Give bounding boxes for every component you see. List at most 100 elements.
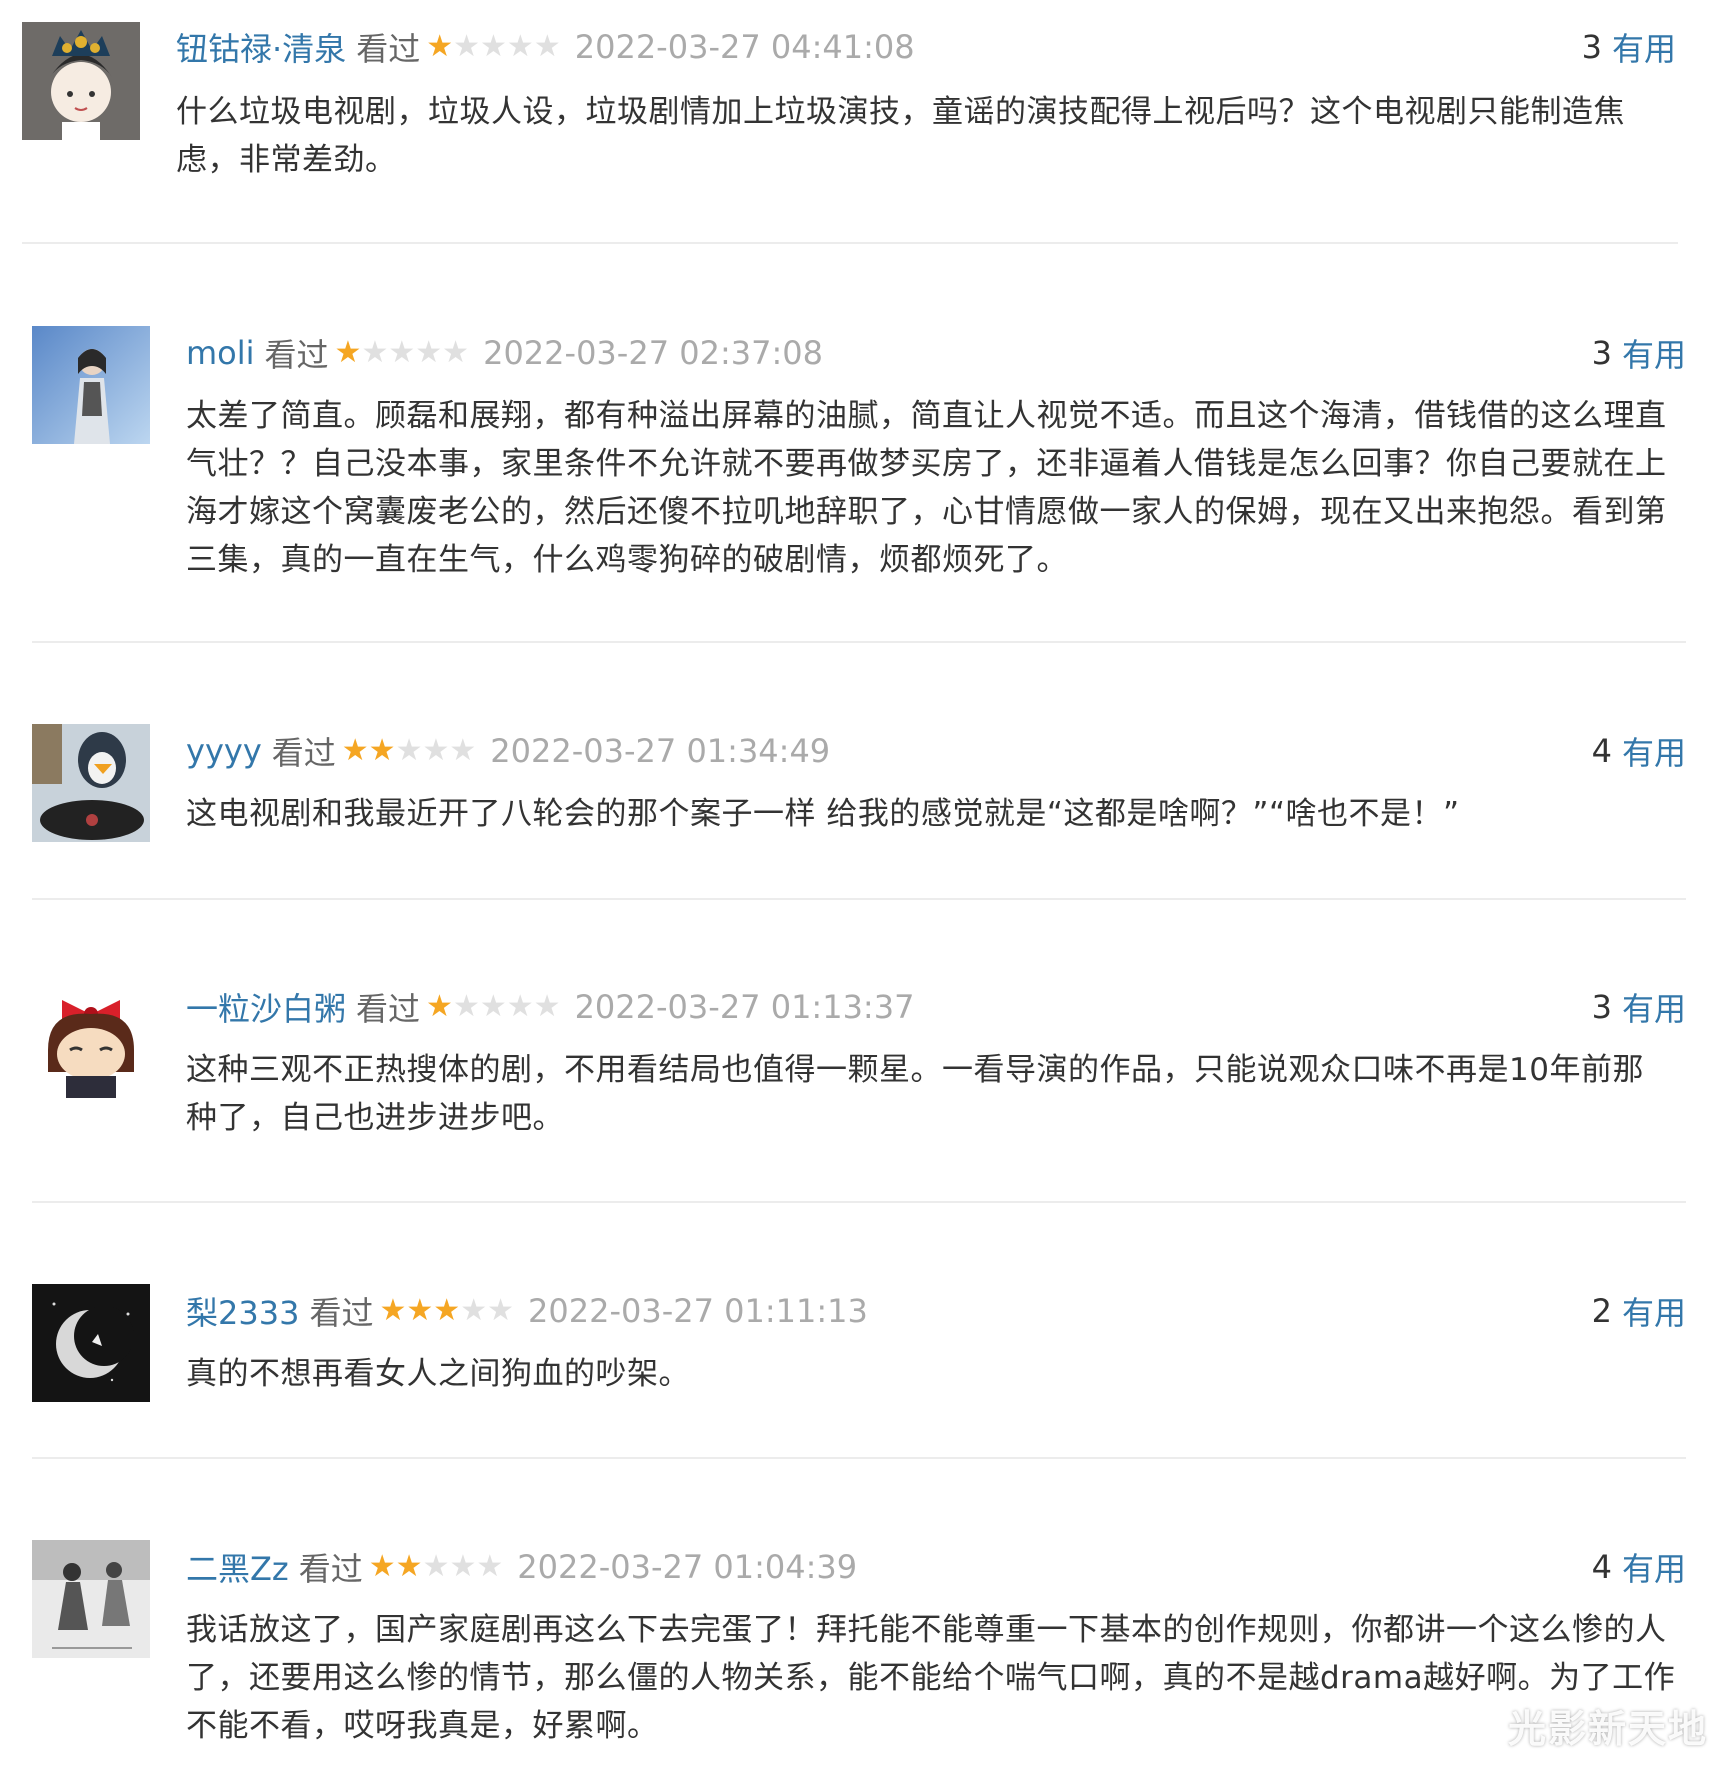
star-empty-icon: ★	[506, 29, 534, 64]
rating-stars: ★ ★ ★ ★ ★	[379, 1296, 514, 1326]
avatar-image	[22, 22, 140, 140]
divider	[32, 898, 1686, 900]
star-filled-icon: ★	[426, 29, 454, 64]
rating-stars: ★ ★ ★ ★ ★	[426, 32, 561, 62]
review-content: 真的不想再看女人之间狗血的吵架。	[186, 1356, 690, 1392]
vote-count: 3	[1591, 988, 1612, 1026]
star-filled-icon: ★	[406, 1293, 434, 1328]
star-filled-icon: ★	[334, 335, 362, 370]
avatar-image	[32, 980, 150, 1098]
divider	[32, 1201, 1686, 1203]
star-empty-icon: ★	[480, 29, 507, 64]
star-empty-icon: ★	[395, 733, 423, 768]
avatar[interactable]	[32, 980, 150, 1098]
review-meta: 一粒沙白粥 看过 ★ ★ ★ ★ ★ 2022-03-27 01:13:37	[186, 982, 914, 1032]
username-link[interactable]: 一粒沙白粥	[186, 984, 346, 1030]
vote-count: 3	[1581, 28, 1602, 66]
star-empty-icon: ★	[361, 335, 389, 370]
review-time: 2022-03-27 01:13:37	[574, 988, 915, 1026]
useful-votes: 3 有用	[1582, 22, 1676, 72]
useful-votes: 2 有用	[1592, 1286, 1686, 1336]
rating-stars: ★ ★ ★ ★ ★	[426, 992, 561, 1022]
watch-status: 看过	[264, 336, 329, 374]
divider	[32, 641, 1686, 643]
useful-button[interactable]: 有用	[1622, 330, 1686, 376]
avatar-image	[32, 1284, 150, 1402]
divider	[32, 1457, 1686, 1459]
divider	[22, 242, 1678, 244]
review-time: 2022-03-27 01:34:49	[490, 732, 831, 770]
review-meta: moli 看过 ★ ★ ★ ★ ★ 2022-03-27 02:37:08	[186, 328, 823, 378]
rating-stars: ★ ★ ★ ★ ★	[369, 1552, 504, 1582]
username-link[interactable]: 二黑Zz	[186, 1544, 289, 1590]
username-link[interactable]: 梨2333	[186, 1288, 299, 1334]
useful-votes: 4 有用	[1592, 1542, 1686, 1592]
star-empty-icon: ★	[487, 1293, 514, 1328]
avatar-image	[32, 326, 150, 444]
vote-count: 4	[1591, 732, 1612, 770]
star-empty-icon: ★	[442, 335, 470, 370]
star-filled-icon: ★	[433, 1293, 461, 1328]
star-empty-icon: ★	[449, 733, 477, 768]
review-meta: yyyy 看过 ★ ★ ★ ★ ★ 2022-03-27 01:34:49	[186, 726, 830, 776]
useful-button[interactable]: 有用	[1622, 1288, 1686, 1334]
useful-button[interactable]: 有用	[1622, 1544, 1686, 1590]
review-meta: 钮钴禄·清泉 看过 ★ ★ ★ ★ ★ 2022-03-27 04:41:08	[176, 22, 915, 72]
review-time: 2022-03-27 01:11:13	[528, 1292, 868, 1330]
star-filled-icon: ★	[426, 989, 453, 1024]
watch-status: 看过	[271, 734, 336, 772]
review-meta: 梨2333 看过 ★ ★ ★ ★ ★ 2022-03-27 01:11:13	[186, 1286, 868, 1336]
username-link[interactable]: yyyy	[186, 732, 262, 770]
review-content: 太差了简直。顾磊和展翔，都有种溢出屏幕的油腻，简直让人视觉不适。而且这个海清，借…	[186, 398, 1667, 578]
useful-button[interactable]: 有用	[1622, 728, 1686, 774]
useful-votes: 3 有用	[1592, 328, 1686, 378]
avatar[interactable]	[32, 724, 150, 842]
watch-status: 看过	[356, 990, 421, 1028]
useful-votes: 4 有用	[1592, 726, 1686, 776]
review-content: 什么垃圾电视剧，垃圾人设，垃圾剧情加上垃圾演技，童谣的演技配得上视后吗？这个电视…	[176, 94, 1625, 178]
vote-count: 2	[1591, 1292, 1612, 1330]
star-filled-icon: ★	[368, 1549, 396, 1584]
review-meta: 二黑Zz 看过 ★ ★ ★ ★ ★ 2022-03-27 01:04:39	[186, 1542, 857, 1592]
star-empty-icon: ★	[476, 1549, 504, 1584]
review-time: 2022-03-27 01:04:39	[517, 1548, 858, 1586]
vote-count: 4	[1591, 1548, 1612, 1586]
username-link[interactable]: moli	[186, 334, 255, 372]
watermark: 光影新天地	[1507, 1707, 1708, 1751]
star-filled-icon: ★	[395, 1549, 423, 1584]
avatar[interactable]	[32, 326, 150, 444]
star-empty-icon: ★	[422, 733, 450, 768]
watch-status: 看过	[309, 1294, 374, 1332]
star-empty-icon: ★	[415, 335, 443, 370]
star-empty-icon: ★	[422, 1549, 450, 1584]
star-filled-icon: ★	[368, 733, 396, 768]
avatar-image	[32, 724, 150, 842]
watch-status: 看过	[356, 30, 421, 68]
review-time: 2022-03-27 04:41:08	[574, 28, 915, 66]
useful-votes: 3 有用	[1592, 982, 1686, 1032]
star-empty-icon: ★	[452, 989, 480, 1024]
star-empty-icon: ★	[453, 29, 481, 64]
star-empty-icon: ★	[449, 1549, 477, 1584]
rating-stars: ★ ★ ★ ★ ★	[342, 736, 477, 766]
avatar[interactable]	[32, 1540, 150, 1658]
watch-status: 看过	[298, 1550, 363, 1588]
useful-button[interactable]: 有用	[1622, 984, 1686, 1030]
review-content: 我话放这了，国产家庭剧再这么下去完蛋了！拜托能不能尊重一下基本的创作规则，你都讲…	[186, 1612, 1676, 1744]
star-empty-icon: ★	[533, 29, 561, 64]
review-time: 2022-03-27 02:37:08	[483, 334, 823, 372]
star-filled-icon: ★	[341, 733, 369, 768]
username-link[interactable]: 钮钴禄·清泉	[176, 24, 346, 70]
avatar-image	[32, 1540, 150, 1658]
star-empty-icon: ★	[460, 1293, 488, 1328]
star-empty-icon: ★	[388, 335, 416, 370]
rating-stars: ★ ★ ★ ★ ★	[335, 338, 470, 368]
review-content: 这种三观不正热搜体的剧，不用看结局也值得一颗星。一看导演的作品，只能说观众口味不…	[186, 1052, 1644, 1136]
avatar[interactable]	[22, 22, 140, 140]
vote-count: 3	[1591, 334, 1612, 372]
star-empty-icon: ★	[533, 989, 561, 1024]
star-empty-icon: ★	[506, 989, 534, 1024]
avatar[interactable]	[32, 1284, 150, 1402]
useful-button[interactable]: 有用	[1612, 24, 1676, 70]
star-empty-icon: ★	[479, 989, 507, 1024]
